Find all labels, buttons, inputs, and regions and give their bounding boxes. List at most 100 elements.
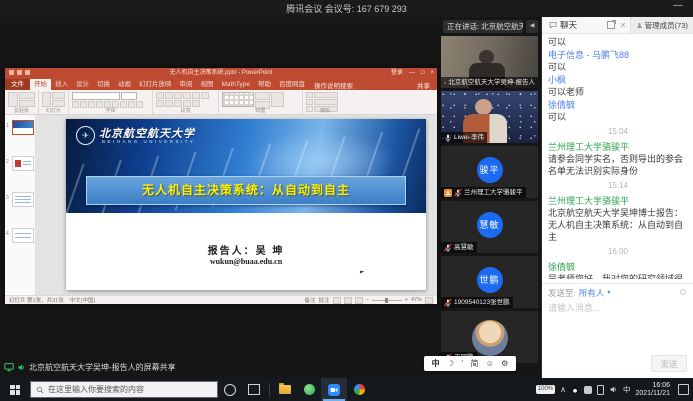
ribbon-group-paragraph: 段落 — [153, 90, 219, 114]
ppt-minimize-button[interactable]: — — [409, 69, 415, 77]
avatar: 世鹏 — [477, 267, 503, 293]
ime-settings-icon[interactable]: ⚙ — [501, 359, 508, 368]
muted-mic-icon — [444, 299, 452, 307]
volume-tray-icon[interactable] — [609, 385, 618, 394]
chat-message: 北京航空航天大学吴坤博士报告：无人机自主决策系统：从自动到自主 — [548, 207, 688, 243]
fit-slide-icon[interactable] — [425, 297, 433, 304]
collapse-video-strip-button[interactable]: ◀ — [526, 20, 538, 33]
speaker-icon — [17, 363, 26, 372]
zoom-percent[interactable]: 47% — [411, 297, 422, 303]
ppt-tab-view[interactable]: 视图 — [197, 79, 218, 90]
file-explorer-icon[interactable] — [273, 378, 297, 401]
video-tile-presenter[interactable]: 北京航空航天大学吴坤-报告人 — [441, 36, 538, 88]
notification-center-icon[interactable] — [678, 384, 689, 395]
slide-thumbnail-panel: 1 2 3 4 — [5, 115, 36, 295]
taskbar-clock[interactable]: 16:06 2021/11/21 — [635, 382, 670, 398]
ppt-tab-slideshow[interactable]: 幻灯片放映 — [135, 79, 176, 90]
ppt-share-button[interactable]: 共享 — [410, 80, 437, 90]
hidden-icons-chevron[interactable]: ∧ — [560, 385, 566, 394]
minimize-button[interactable]: — — [673, 0, 683, 11]
ppt-tab-help[interactable]: 帮助 — [254, 79, 275, 90]
chat-message: 请参会同学实名，否则导出的参会名单无法识别实际身份 — [548, 153, 688, 177]
ppt-tab-animations[interactable]: 动画 — [114, 79, 135, 90]
ime-emoji-icon[interactable]: ☺ — [486, 359, 494, 368]
taskbar-search-input[interactable]: 在这里输入你要搜索的内容 — [30, 381, 218, 398]
slide-thumbnail-2[interactable] — [12, 156, 34, 171]
ribbon-group-font: 字体 — [69, 90, 153, 114]
ppt-tab-mathtype[interactable]: MathType — [218, 79, 255, 90]
start-button[interactable] — [0, 385, 30, 395]
tray-icon[interactable] — [584, 386, 592, 394]
ppt-signin-button[interactable]: 登录 — [391, 69, 403, 77]
send-button[interactable]: 发送 — [651, 355, 687, 372]
ppt-tell-me-search[interactable]: 操作说明搜索 — [309, 80, 358, 90]
zoom-slider[interactable] — [372, 300, 402, 301]
ime-punct-icon[interactable]: ’ — [461, 359, 463, 368]
ppt-tab-review[interactable]: 审阅 — [176, 79, 197, 90]
chat-message-list[interactable]: 可以 电子信息 - 马鹏飞88 可以 小枫 可以老师 徐倩毓 可以 15:04 … — [548, 36, 688, 279]
ime-moon-icon[interactable]: ☽ — [447, 359, 454, 368]
ppt-close-button[interactable]: × — [430, 69, 434, 77]
send-to-select[interactable]: 所有人 — [579, 287, 605, 299]
comments-button[interactable]: 批注 — [319, 296, 330, 304]
popout-panel-icon[interactable] — [607, 21, 615, 29]
ime-simplified-icon[interactable]: 简 — [470, 358, 478, 369]
ppt-ribbon: 剪贴板 幻灯片 字体 段落 — [5, 90, 437, 115]
notes-button[interactable]: 备注 — [305, 296, 316, 304]
video-tile-liwei[interactable]: Liwei-李伟 — [441, 91, 538, 143]
font-name-box[interactable] — [72, 92, 120, 100]
ime-language-indicator[interactable]: 中 — [623, 384, 631, 395]
ppt-tab-file[interactable]: 文件 — [5, 79, 30, 90]
video-tile-gaohuimin[interactable]: 慧敏 1909540123张世鹏高慧敏 — [441, 201, 538, 253]
ppt-window-title: 无人机自主决策系统.pptx - PowerPoint — [5, 69, 437, 78]
current-slide[interactable]: ✈ 北京航空航天大学 BEIHANG UNIVERSITY 无人机自主决策系统：… — [66, 119, 426, 290]
zoom-out-button[interactable]: − — [366, 297, 369, 303]
send-to-row: 发送至: 所有人 ▾ ☺ — [548, 286, 688, 299]
ppt-tab-home[interactable]: 开始 — [30, 79, 51, 90]
chat-input[interactable]: 请输入消息... — [548, 301, 688, 314]
chat-sender: 小枫 — [548, 74, 688, 86]
pinned-app-icon[interactable] — [347, 378, 371, 401]
view-sorter-icon[interactable] — [344, 297, 352, 304]
ribbon-group-clipboard: 剪贴板 — [5, 90, 39, 114]
ppt-tab-design[interactable]: 设计 — [72, 79, 93, 90]
view-normal-icon[interactable] — [333, 297, 341, 304]
chat-message: 可以 — [548, 111, 688, 123]
muted-mic-icon — [444, 244, 452, 252]
video-tile-zhangshipeng[interactable]: 世鹏 1909540123张世鹏 — [441, 256, 538, 308]
battery-indicator[interactable]: 100% — [536, 385, 555, 394]
browser-360-icon[interactable] — [297, 378, 321, 401]
slide-thumbnail-1[interactable] — [12, 120, 34, 135]
video-tile-luojunping[interactable]: 骏平 兰州理工大学骆骏平 — [441, 146, 538, 198]
ppt-tab-baidu-netdisk[interactable]: 百度网盘 — [275, 79, 309, 90]
close-panel-icon[interactable]: × — [620, 20, 625, 30]
taskbar-separator — [269, 383, 270, 397]
mouse-cursor — [360, 271, 365, 275]
chat-timestamp: 15:04 — [548, 126, 688, 138]
phone-tray-icon[interactable] — [597, 385, 604, 395]
tab-chat[interactable]: 聊天 — [542, 19, 577, 31]
ppt-tab-insert[interactable]: 插入 — [51, 79, 72, 90]
zoom-in-button[interactable]: + — [405, 297, 408, 303]
system-tray: 100% ∧ 中 16:06 2021/11/21 — [536, 382, 693, 398]
qq-tray-icon[interactable] — [571, 386, 579, 394]
chat-message: 可以老师 — [548, 86, 688, 98]
ime-lang-key[interactable]: 中 — [432, 358, 440, 369]
ime-toolbar[interactable]: 中 ☽ ’ 简 ☺ ⚙ — [424, 356, 516, 371]
tencent-meeting-taskbar-icon[interactable] — [321, 378, 347, 401]
task-view-button[interactable] — [242, 378, 266, 401]
ppt-restore-button[interactable]: □ — [421, 69, 425, 77]
tab-manage-members[interactable]: 管理成员(73) — [630, 17, 693, 33]
slide-thumbnail-4[interactable] — [12, 228, 34, 243]
ppt-tab-transitions[interactable]: 切换 — [93, 79, 114, 90]
chat-message: 可以 — [548, 36, 688, 48]
slide-email: wukun@buaa.edu.cn — [66, 257, 426, 266]
cortana-button[interactable] — [218, 378, 242, 401]
emoji-icon[interactable]: ☺ — [678, 288, 688, 298]
shapes-gallery[interactable] — [222, 92, 254, 107]
chevron-down-icon[interactable]: ▾ — [607, 289, 610, 296]
slide-thumbnail-3[interactable] — [12, 192, 34, 207]
view-slideshow-icon[interactable] — [355, 297, 363, 304]
beihang-logo-icon: ✈ — [76, 126, 95, 145]
font-size-box[interactable] — [121, 92, 137, 100]
